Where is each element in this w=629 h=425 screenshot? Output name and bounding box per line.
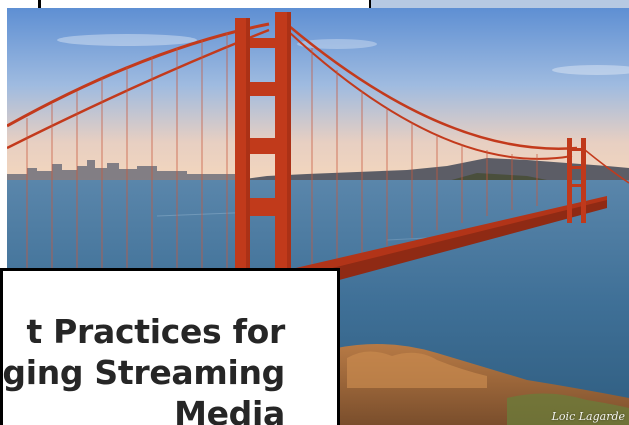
photo-credit: Loic Lagarde xyxy=(551,410,625,423)
cloud xyxy=(297,39,377,49)
title-text: t Practices for oging Streaming Media xyxy=(0,311,285,425)
title-line-1: t Practices for xyxy=(26,312,285,351)
top-strip xyxy=(368,0,629,8)
sky xyxy=(7,8,629,180)
title-line-3: Media xyxy=(174,394,285,425)
screenshot-stage: Loic Lagarde t Practices for oging Strea… xyxy=(0,0,629,425)
cloud xyxy=(57,34,197,46)
title-line-2: oging Streaming xyxy=(0,353,285,392)
title-card: t Practices for oging Streaming Media xyxy=(0,268,340,425)
